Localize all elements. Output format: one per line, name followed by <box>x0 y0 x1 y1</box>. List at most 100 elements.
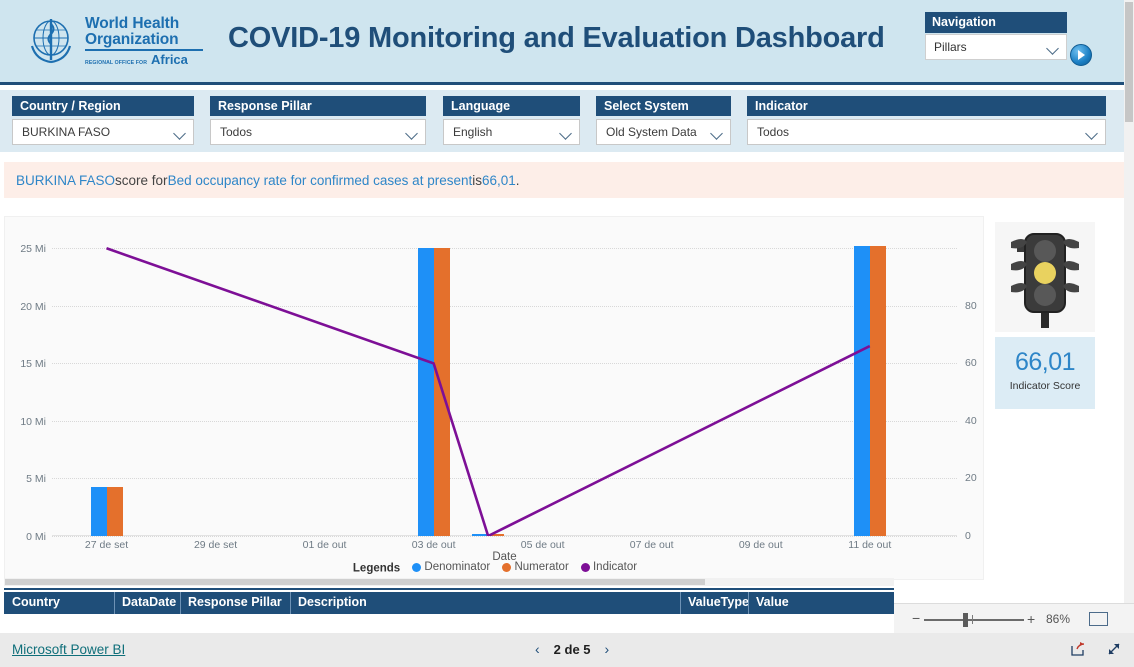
table-column-header[interactable]: DataDate <box>122 595 176 609</box>
fit-to-page-icon[interactable] <box>1089 612 1108 626</box>
table-column-header[interactable]: ValueType <box>688 595 749 609</box>
table-column-header[interactable]: Country <box>12 595 60 609</box>
table-column-divider[interactable] <box>114 592 115 614</box>
table-column-divider[interactable] <box>680 592 681 614</box>
chevron-down-icon <box>407 129 416 138</box>
legend-item-numerator[interactable]: Numerator <box>502 561 569 573</box>
chart-x-tick: 03 de out <box>411 539 456 551</box>
page-navigator: ‹ 2 de 5 › <box>535 641 609 657</box>
message-score: 66,01 <box>481 172 516 188</box>
scrollbar-thumb[interactable] <box>5 579 705 585</box>
table-column-divider[interactable] <box>748 592 749 614</box>
filter-bar: Country / Region BURKINA FASO Response P… <box>0 90 1134 152</box>
chevron-down-icon <box>1048 44 1057 53</box>
powerbi-link[interactable]: Microsoft Power BI <box>12 642 125 657</box>
filter-indicator: Indicator Todos <box>747 96 1106 145</box>
filter-select-system-value: Old System Data <box>606 125 697 139</box>
chart-y-tick-left: 25 Mi <box>20 243 46 256</box>
chart-scrollbar-horizontal[interactable] <box>4 578 894 586</box>
chart-x-tick: 27 de set <box>84 539 129 551</box>
zoom-percent-label: 86% <box>1046 612 1071 626</box>
legend-swatch-denominator <box>412 562 422 572</box>
filter-select-system-dropdown[interactable]: Old System Data <box>596 119 731 145</box>
chart-y-tick-left: 15 Mi <box>20 358 46 371</box>
who-region: Africa <box>151 51 188 67</box>
who-divider <box>85 49 203 51</box>
navigation-slicer: Navigation Pillars <box>925 12 1067 60</box>
chart-line-indicator[interactable] <box>52 231 957 536</box>
indicator-score-value: 66,01 <box>1014 348 1076 376</box>
chevron-right-icon[interactable]: › <box>605 641 610 657</box>
navigation-value: Pillars <box>934 40 967 54</box>
page-indicator: 2 de 5 <box>553 641 591 657</box>
traffic-light-icon <box>1011 233 1079 328</box>
zoom-out-button[interactable]: − <box>912 611 920 625</box>
chevron-down-icon <box>175 129 184 138</box>
filter-language-dropdown[interactable]: English <box>443 119 580 145</box>
zoom-statusbar: − + 86% <box>894 603 1134 633</box>
chart-x-tick: 29 de set <box>193 539 238 551</box>
combo-chart[interactable]: 0 Mi 5 Mi 10 Mi 15 Mi 20 Mi 25 Mi 0 20 40 60 80 27 … <box>4 216 984 580</box>
chart-y-tick-right: 80 <box>965 299 977 312</box>
table-column-divider[interactable] <box>180 592 181 614</box>
legend-swatch-numerator <box>502 562 512 572</box>
chevron-left-icon[interactable]: ‹ <box>535 641 540 657</box>
filter-indicator-label: Indicator <box>747 96 1106 116</box>
filter-select-system-label: Select System <box>596 96 731 116</box>
filter-select-system: Select System Old System Data <box>596 96 731 145</box>
filter-country-region: Country / Region BURKINA FASO <box>12 96 194 145</box>
share-icon[interactable] <box>1070 641 1086 657</box>
message-period: . <box>515 172 520 188</box>
who-region-prefix: REGIONAL OFFICE FOR <box>85 59 148 66</box>
filter-country-region-value: BURKINA FASO <box>22 125 111 139</box>
chart-legend: Legends Denominator Numerator Indicator <box>5 561 985 575</box>
table-column-divider[interactable] <box>290 592 291 614</box>
page-title: COVID-19 Monitoring and Evaluation Dashb… <box>228 22 885 54</box>
chevron-down-icon <box>1087 129 1096 138</box>
zoom-slider-track[interactable] <box>924 619 1024 621</box>
chart-y-tick-left: 10 Mi <box>20 415 46 428</box>
zoom-in-button[interactable]: + <box>1027 611 1035 627</box>
chart-x-tick: 11 de out <box>848 539 892 551</box>
chart-y-tick-left: 0 Mi <box>26 531 46 543</box>
chart-x-tick: 09 de out <box>738 539 783 551</box>
who-line-2: Organization <box>85 30 179 48</box>
zoom-slider-thumb[interactable] <box>963 613 968 627</box>
table-column-header[interactable]: Description <box>298 595 367 609</box>
table-column-header[interactable]: Response Pillar <box>188 595 282 609</box>
indicator-score-label: Indicator Score <box>1009 380 1081 392</box>
legend-swatch-indicator <box>580 562 590 572</box>
chart-x-tick: 07 de out <box>629 539 674 551</box>
scrollbar-thumb[interactable] <box>1125 2 1133 122</box>
page-scrollbar-vertical[interactable] <box>1124 0 1134 603</box>
chart-x-tick: 05 de out <box>520 539 565 551</box>
who-logo: World Health Organization REGIONAL OFFIC… <box>24 10 209 72</box>
filter-language: Language English <box>443 96 580 145</box>
filter-response-pillar-dropdown[interactable]: Todos <box>210 119 426 145</box>
table-header-row: Country DataDate Response Pillar Descriptio… <box>4 592 894 614</box>
legend-label-numerator: Numerator <box>514 561 569 573</box>
chart-gridline: 0 Mi <box>26 531 957 543</box>
who-emblem-icon <box>24 14 78 68</box>
message-mid: score for <box>115 172 168 188</box>
table-column-header[interactable]: Value <box>756 595 789 609</box>
filter-indicator-value: Todos <box>757 125 790 139</box>
navigation-go-button[interactable] <box>1070 44 1092 66</box>
legend-item-indicator[interactable]: Indicator <box>580 561 637 573</box>
filter-language-value: English <box>453 125 493 139</box>
chart-y-tick-left: 5 Mi <box>26 473 46 486</box>
chart-y-tick-right: 20 <box>965 472 977 485</box>
indicator-score-card: 66,01 Indicator Score <box>995 337 1095 409</box>
chart-y-tick-left: 20 Mi <box>20 300 46 313</box>
header-divider <box>0 82 1134 85</box>
legend-item-denominator[interactable]: Denominator <box>412 561 490 573</box>
filter-country-region-dropdown[interactable]: BURKINA FASO <box>12 119 194 145</box>
score-message-banner: BURKINA FASO score for Bed occupancy rat… <box>4 162 1130 198</box>
navigation-dropdown[interactable]: Pillars <box>925 34 1067 60</box>
data-table[interactable]: Country DataDate Response Pillar Descriptio… <box>4 588 894 614</box>
message-tail: is <box>472 172 482 188</box>
expand-arrows-icon[interactable] <box>1106 641 1122 657</box>
filter-indicator-dropdown[interactable]: Todos <box>747 119 1106 145</box>
who-wordmark: World Health Organization REGIONAL OFFIC… <box>85 16 203 66</box>
page-header: World Health Organization REGIONAL OFFIC… <box>0 0 1134 82</box>
